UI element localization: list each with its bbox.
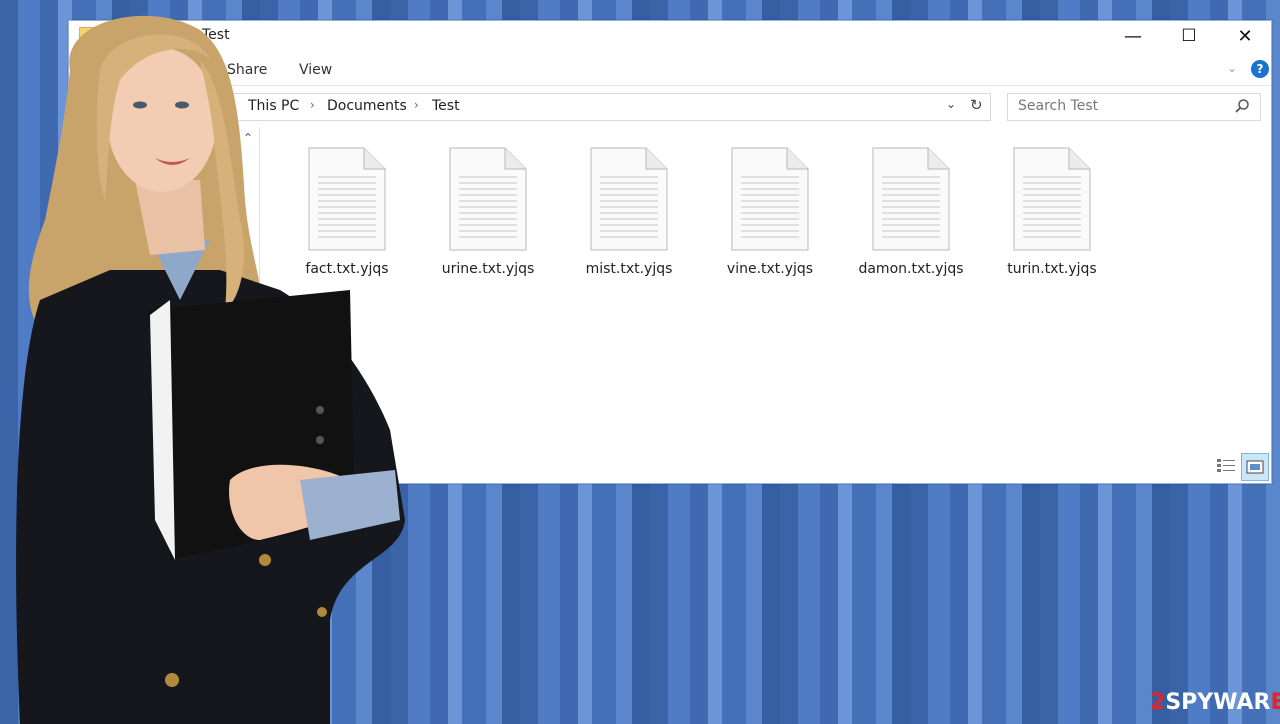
text-document-icon — [590, 147, 668, 251]
file-item[interactable]: vine.txt.yjqs — [710, 143, 830, 293]
text-document-icon — [449, 147, 527, 251]
maximize-button[interactable]: ☐ — [1161, 21, 1217, 51]
file-name: mist.txt.yjqs — [585, 261, 673, 277]
file-item[interactable]: mist.txt.yjqs — [569, 143, 689, 293]
help-icon[interactable]: ? — [1251, 60, 1269, 78]
breadcrumb-test[interactable]: Test — [432, 98, 460, 114]
businesswoman-photo — [16, 15, 405, 724]
ribbon-expand-chevron-icon[interactable]: ⌄ — [1227, 61, 1237, 75]
file-name: urine.txt.yjqs — [441, 261, 535, 277]
text-document-icon — [1013, 147, 1091, 251]
file-item[interactable]: damon.txt.yjqs — [851, 143, 971, 293]
watermark-prefix: 2 — [1150, 690, 1166, 715]
file-name: turin.txt.yjqs — [1007, 261, 1097, 277]
file-name: vine.txt.yjqs — [726, 261, 814, 277]
large-icons-view-icon[interactable] — [1241, 453, 1269, 481]
watermark-text: SPYWAR — [1165, 690, 1271, 715]
search-placeholder: Search Test — [1018, 98, 1099, 114]
search-icon[interactable] — [1234, 98, 1250, 114]
details-view-icon[interactable] — [1215, 455, 1237, 477]
site-watermark: 2SPYWARE — [1150, 690, 1280, 715]
close-button[interactable]: ✕ — [1217, 21, 1273, 51]
address-dropdown-chevron-icon[interactable]: ⌄ — [946, 97, 956, 111]
file-name: damon.txt.yjqs — [858, 261, 964, 277]
refresh-icon[interactable]: ↻ — [970, 96, 983, 114]
minimize-button[interactable]: — — [1105, 21, 1161, 51]
watermark-suffix: E — [1270, 690, 1280, 715]
search-box[interactable]: Search Test — [1007, 93, 1261, 121]
file-item[interactable]: urine.txt.yjqs — [428, 143, 548, 293]
text-document-icon — [872, 147, 950, 251]
file-item[interactable]: turin.txt.yjqs — [992, 143, 1112, 293]
text-document-icon — [731, 147, 809, 251]
